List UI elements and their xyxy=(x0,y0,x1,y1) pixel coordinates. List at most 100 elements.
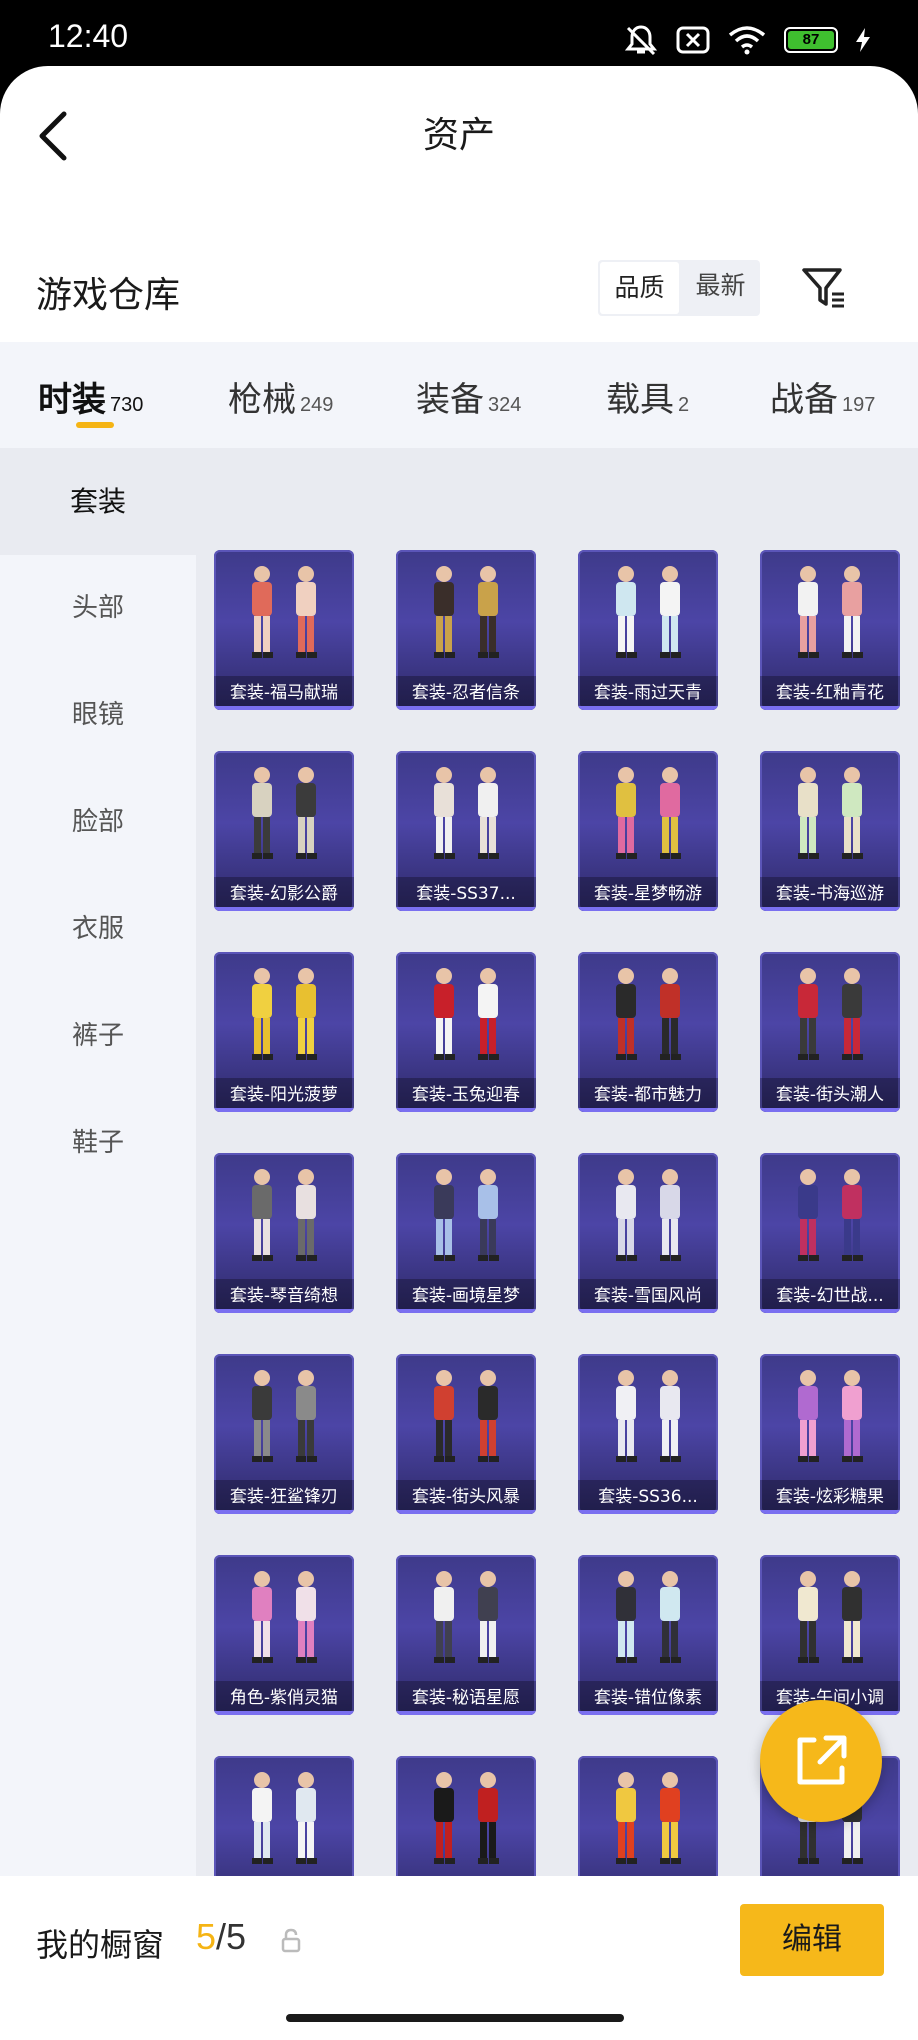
edit-button[interactable]: 编辑 xyxy=(740,1904,884,1976)
sort-toggle: 品质 最新 xyxy=(598,260,760,316)
item-card[interactable]: 套装-幻世战... xyxy=(760,1153,900,1313)
top-bar: 资产 xyxy=(0,66,918,196)
item-rarity-bar xyxy=(578,1309,718,1313)
tab-equipment[interactable]: 装备 324 xyxy=(416,372,521,421)
bottom-bar: 我的橱窗 5/5 编辑 xyxy=(0,1876,918,2040)
sort-quality-button[interactable]: 品质 xyxy=(600,262,679,314)
battery-icon: 87 xyxy=(784,27,838,53)
sidebar-item-pants[interactable]: 裤子 xyxy=(0,983,196,1090)
item-card[interactable]: 套装-都市魅力 xyxy=(578,952,718,1112)
item-rarity-bar xyxy=(214,1510,354,1514)
item-label: 套装-雪国风尚 xyxy=(578,1279,718,1313)
share-button[interactable] xyxy=(760,1700,882,1822)
tab-label: 时装 xyxy=(38,380,106,420)
item-card[interactable]: 套装-午间小调 xyxy=(760,1555,900,1715)
item-card[interactable]: 套装-阳光菠萝 xyxy=(214,952,354,1112)
tab-count: 249 xyxy=(300,394,334,416)
item-label: 套装-阳光菠萝 xyxy=(214,1078,354,1112)
sidebar-item-head[interactable]: 头部 xyxy=(0,555,196,662)
item-rarity-bar xyxy=(214,1309,354,1313)
tab-count: 2 xyxy=(678,394,690,416)
showcase-count: 5/5 xyxy=(196,1916,246,1958)
filter-icon[interactable] xyxy=(800,264,848,312)
item-label: 角色-紫俏灵猫 xyxy=(214,1681,354,1715)
item-card[interactable]: 套装-书海巡游 xyxy=(760,751,900,911)
item-label: 套装-书海巡游 xyxy=(760,877,900,911)
outfit-preview-icon xyxy=(798,1370,863,1462)
item-card[interactable]: 套装-画境星梦 xyxy=(396,1153,536,1313)
outfit-preview-icon xyxy=(252,1772,317,1864)
outfit-preview-icon xyxy=(434,1772,499,1864)
tab-fashion[interactable]: 时装 730 xyxy=(38,372,143,421)
sidebar-item-glasses[interactable]: 眼镜 xyxy=(0,662,196,769)
item-label: 套装-SS37... xyxy=(396,877,536,911)
outfit-preview-icon xyxy=(616,566,681,658)
item-label: 套装-星梦畅游 xyxy=(578,877,718,911)
active-tab-indicator xyxy=(76,422,114,428)
share-icon xyxy=(797,1735,847,1785)
sidebar-item-shoes[interactable]: 鞋子 xyxy=(0,1090,196,1197)
item-card[interactable]: 套装-雪国风尚 xyxy=(578,1153,718,1313)
outfit-preview-icon xyxy=(434,1169,499,1261)
item-rarity-bar xyxy=(760,1309,900,1313)
item-rarity-bar xyxy=(396,907,536,911)
item-card[interactable]: 套装-雨过天青 xyxy=(578,550,718,710)
item-label: 套装-幻影公爵 xyxy=(214,877,354,911)
item-card[interactable]: 套装-错位像素 xyxy=(578,1555,718,1715)
item-label: 套装-都市魅力 xyxy=(578,1078,718,1112)
sort-newest-button[interactable]: 最新 xyxy=(681,260,760,316)
item-label: 套装-幻世战... xyxy=(760,1279,900,1313)
showcase-title: 我的橱窗 xyxy=(36,1926,165,1964)
item-label: 套装-秘语星愿 xyxy=(396,1681,536,1715)
item-card[interactable]: 套装-忍者信条 xyxy=(396,550,536,710)
tab-supplies[interactable]: 战备 197 xyxy=(770,372,875,421)
item-rarity-bar xyxy=(214,706,354,710)
item-card[interactable]: 角色-紫俏灵猫 xyxy=(214,1555,354,1715)
outfit-preview-icon xyxy=(798,566,863,658)
tab-firearms[interactable]: 枪械 249 xyxy=(228,372,333,421)
page-title: 资产 xyxy=(422,115,495,156)
tab-label: 枪械 xyxy=(228,380,296,420)
showcase-count-current: 5 xyxy=(196,1916,217,1957)
outfit-preview-icon xyxy=(434,1370,499,1462)
outfit-preview-icon xyxy=(434,767,499,859)
item-card[interactable]: 套装-炫彩糖果 xyxy=(760,1354,900,1514)
item-card[interactable]: 套装-街头风暴 xyxy=(396,1354,536,1514)
lock-icon xyxy=(281,1928,301,1953)
status-bar: 12:40 87 xyxy=(0,0,918,66)
item-card[interactable]: 套装-玉兔迎春 xyxy=(396,952,536,1112)
outfit-preview-icon xyxy=(252,767,317,859)
outfit-preview-icon xyxy=(252,1571,317,1663)
item-card[interactable]: 套装-星梦畅游 xyxy=(578,751,718,911)
item-card[interactable]: 套装-幻影公爵 xyxy=(214,751,354,911)
item-card[interactable]: 套装-秘语星愿 xyxy=(396,1555,536,1715)
sidebar-item-clothes[interactable]: 衣服 xyxy=(0,876,196,983)
item-label: 套装-狂鲨锋刃 xyxy=(214,1480,354,1514)
sidebar-item-suit[interactable]: 套装 xyxy=(0,448,196,555)
outfit-preview-icon xyxy=(252,1370,317,1462)
outfit-preview-icon xyxy=(798,1571,863,1663)
item-card[interactable]: 套装-福马献瑞 xyxy=(214,550,354,710)
item-rarity-bar xyxy=(578,706,718,710)
sidebar-item-face[interactable]: 脸部 xyxy=(0,769,196,876)
item-rarity-bar xyxy=(214,1108,354,1112)
item-card[interactable]: 套装-琴音绮想 xyxy=(214,1153,354,1313)
item-rarity-bar xyxy=(578,1108,718,1112)
item-rarity-bar xyxy=(396,1510,536,1514)
tab-vehicles[interactable]: 载具 2 xyxy=(606,372,689,421)
charging-icon xyxy=(856,28,870,52)
item-label: 套装-忍者信条 xyxy=(396,676,536,710)
item-rarity-bar xyxy=(760,1108,900,1112)
item-card[interactable]: 套装-街头潮人 xyxy=(760,952,900,1112)
outfit-preview-icon xyxy=(798,1169,863,1261)
sidebar: 套装 头部 眼镜 脸部 衣服 裤子 鞋子 xyxy=(0,448,196,1942)
item-card[interactable]: 套装-狂鲨锋刃 xyxy=(214,1354,354,1514)
status-time: 12:40 xyxy=(48,18,129,54)
item-rarity-bar xyxy=(396,1108,536,1112)
item-label: 套装-错位像素 xyxy=(578,1681,718,1715)
item-rarity-bar xyxy=(760,1510,900,1514)
item-card[interactable]: 套装-SS36... xyxy=(578,1354,718,1514)
item-card[interactable]: 套装-红釉青花 xyxy=(760,550,900,710)
item-card[interactable]: 套装-SS37... xyxy=(396,751,536,911)
outfit-preview-icon xyxy=(252,968,317,1060)
